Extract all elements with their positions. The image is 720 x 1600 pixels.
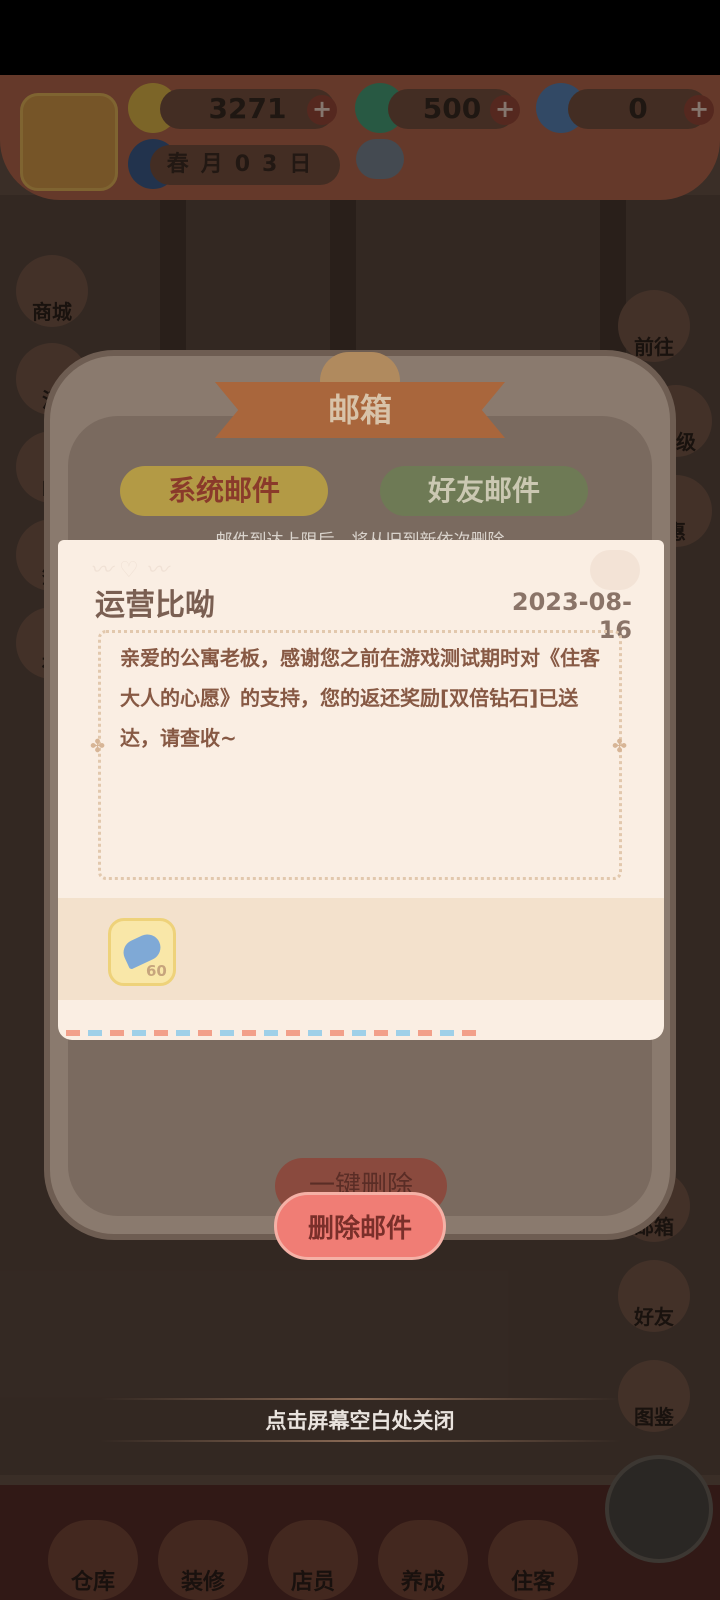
mail-body-text: 亲爱的公寓老板，感谢您之前在游戏测试期时对《住客大人的心愿》的支持，您的返还奖励… <box>120 646 600 750</box>
cat-stamp-icon <box>590 550 640 590</box>
attachment-quantity: 60 <box>146 962 167 980</box>
close-hint: 点击屏幕空白处关闭 <box>265 1409 455 1433</box>
clover-icon: ✤ <box>90 736 106 757</box>
delete-mail-button[interactable]: 删除邮件 <box>274 1192 446 1260</box>
mail-sender: 运营比呦 <box>95 588 215 623</box>
status-bar <box>0 0 720 75</box>
mailbox-title: 邮箱 <box>215 382 505 438</box>
airmail-stripe <box>66 1030 476 1036</box>
hint-divider <box>100 1440 620 1442</box>
hint-divider <box>100 1398 620 1400</box>
clover-icon: ✤ <box>612 736 628 757</box>
tab-system-mail[interactable]: 系统邮件 <box>120 466 328 516</box>
tab-friend-mail[interactable]: 好友邮件 <box>380 466 588 516</box>
